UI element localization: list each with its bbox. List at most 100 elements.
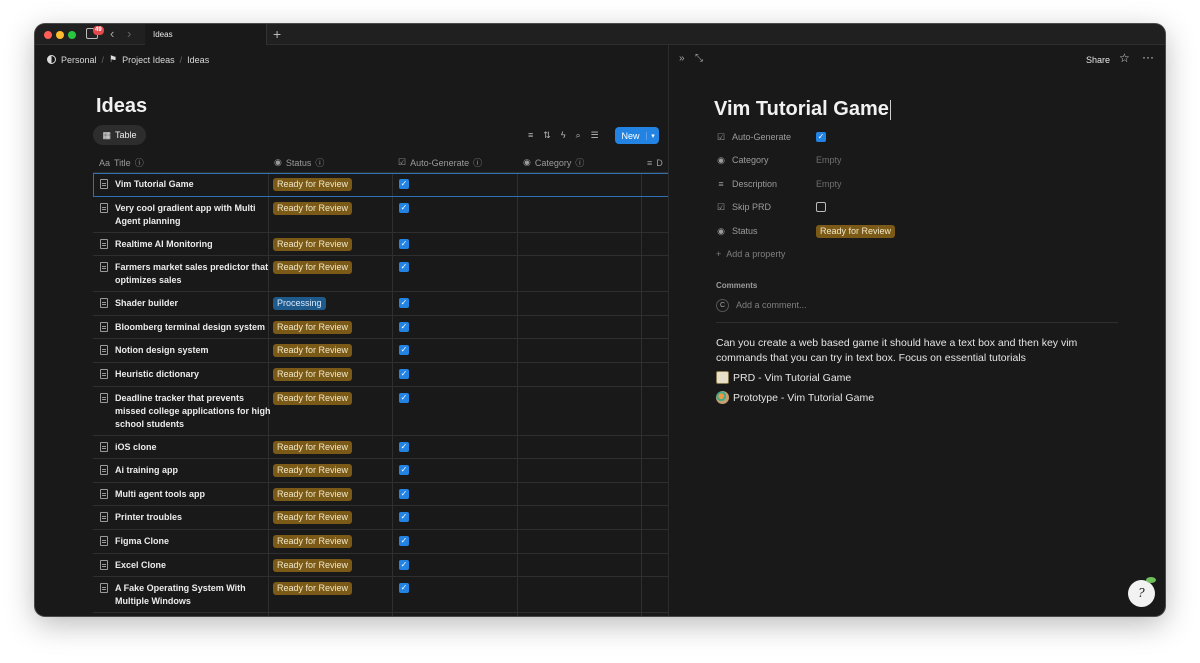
auto-generate-checkbox[interactable]: ✓ [399, 559, 409, 570]
page-body-text[interactable]: Can you create a web based game it shoul… [716, 336, 1126, 366]
table-row[interactable]: Shader builder Processing ✓ [93, 292, 669, 316]
auto-generate-checkbox[interactable]: ✓ [399, 583, 409, 594]
status-badge[interactable]: Ready for Review [273, 391, 353, 405]
settings-icon[interactable]: ☰ [591, 130, 599, 141]
share-button[interactable]: Share [1086, 55, 1110, 65]
property-category[interactable]: ◉ Category Empty [716, 152, 1136, 168]
table-row[interactable]: Vim Tutorial Game Ready for Review ✓ [93, 173, 669, 197]
status-badge[interactable]: Ready for Review [273, 320, 353, 334]
row-title[interactable]: Realtime AI Monitoring [115, 238, 213, 251]
auto-generate-checkbox[interactable]: ✓ [399, 321, 409, 332]
auto-generate-checkbox[interactable]: ✓ [399, 345, 409, 356]
column-header-title[interactable]: Aa Title ⓘ [99, 154, 144, 171]
status-badge[interactable]: Processing [273, 297, 326, 311]
auto-generate-checkbox[interactable]: ✓ [399, 202, 409, 213]
auto-generate-checkbox[interactable]: ✓ [399, 536, 409, 546]
row-title[interactable]: Ai training app [115, 464, 178, 477]
row-title[interactable]: Shader builder [115, 297, 178, 310]
zoom-window-button[interactable] [68, 31, 76, 39]
table-row[interactable]: Ai training app Ready for Review ✓ [93, 459, 669, 483]
new-button[interactable]: New ▾ [615, 127, 659, 144]
more-icon[interactable]: ··· [1142, 50, 1154, 64]
status-badge[interactable]: Ready for Review [273, 511, 353, 525]
auto-generate-checkbox[interactable]: ✓ [399, 512, 409, 523]
table-row[interactable]: A Fake Operating System With Multiple Win… [93, 577, 669, 614]
table-row[interactable]: Notion design system Ready for Review ✓ [93, 339, 669, 363]
collapse-panel-icon[interactable]: » [679, 53, 685, 64]
status-badge[interactable]: Ready for Review [273, 582, 353, 596]
breadcrumb-personal[interactable]: Personal [61, 55, 97, 65]
status-badge[interactable]: Ready for Review [273, 487, 353, 501]
property-value[interactable]: Empty [816, 179, 842, 189]
auto-generate-checkbox[interactable]: ✓ [399, 238, 409, 249]
status-badge[interactable]: Ready for Review [816, 224, 896, 238]
auto-generate-checkbox[interactable]: ✓ [399, 488, 409, 499]
auto-generate-checkbox[interactable]: ✓ [399, 179, 409, 189]
auto-generate-checkbox[interactable]: ✓ [399, 369, 409, 379]
close-window-button[interactable] [44, 31, 52, 39]
chevron-down-icon[interactable]: ▾ [646, 131, 659, 140]
table-row[interactable]: Farmers market sales predictor that optim… [93, 256, 669, 293]
breadcrumb-project-ideas[interactable]: Project Ideas [122, 55, 175, 65]
prd-link[interactable]: PRD - Vim Tutorial Game [716, 371, 851, 384]
row-title[interactable]: Heuristic dictionary [115, 368, 199, 381]
row-title[interactable]: Excel Clone [115, 559, 166, 572]
tab-ideas[interactable]: Ideas [145, 24, 267, 45]
status-badge[interactable]: Ready for Review [273, 368, 353, 381]
add-property-button[interactable]: + Add a property [716, 249, 785, 259]
star-icon[interactable]: ☆ [1119, 51, 1130, 65]
status-badge[interactable]: Ready for Review [273, 344, 353, 358]
property-value[interactable]: Empty [816, 155, 842, 165]
view-tab-table[interactable]: ▦ Table [93, 125, 146, 145]
row-title[interactable]: Farmers market sales predictor that optim… [115, 261, 268, 287]
expand-icon[interactable]: ⤡ [695, 53, 703, 64]
row-title[interactable]: Multi agent tools app [115, 488, 205, 501]
row-title[interactable]: Deadline tracker that prevents missed col… [115, 392, 271, 431]
row-title[interactable]: Bloomberg terminal design system [115, 321, 265, 334]
table-row[interactable]: Excel Clone Ready for Review ✓ [93, 554, 669, 578]
table-row[interactable]: Heuristic dictionary Ready for Review ✓ [93, 363, 669, 387]
auto-generate-checkbox[interactable]: ✓ [816, 132, 826, 142]
property-auto-generate[interactable]: ☑ Auto-Generate ✓ [716, 129, 1136, 145]
row-title[interactable]: Notion design system [115, 344, 209, 357]
property-skip-prd[interactable]: ☑ Skip PRD [716, 199, 1136, 215]
status-badge[interactable]: Ready for Review [273, 535, 353, 548]
auto-generate-checkbox[interactable]: ✓ [399, 298, 409, 309]
table-row[interactable]: Deadline tracker that prevents missed col… [93, 387, 669, 436]
comment-input[interactable]: Add a comment... [736, 300, 807, 310]
auto-generate-checkbox[interactable]: ✓ [399, 441, 409, 452]
minimize-window-button[interactable] [56, 31, 64, 39]
automation-icon[interactable]: ϟ [561, 130, 566, 141]
panel-title[interactable]: Vim Tutorial Game [714, 98, 891, 121]
table-row[interactable]: Realtime AI Monitoring Ready for Review ✓ [93, 233, 669, 257]
prototype-link[interactable]: Prototype - Vim Tutorial Game [716, 391, 874, 404]
new-tab-icon[interactable]: + [273, 26, 281, 42]
auto-generate-checkbox[interactable]: ✓ [399, 392, 409, 403]
property-description[interactable]: ≡ Description Empty [716, 176, 1136, 192]
property-status[interactable]: ◉ Status Ready for Review [716, 223, 1136, 239]
auto-generate-checkbox[interactable]: ✓ [399, 262, 409, 273]
row-title[interactable]: Figma Clone [115, 535, 169, 548]
row-title[interactable]: A Fake Operating System With Multiple Win… [115, 582, 246, 608]
table-row[interactable]: Printer troubles Ready for Review ✓ [93, 506, 669, 530]
status-badge[interactable]: Ready for Review [273, 201, 353, 215]
skip-prd-checkbox[interactable] [816, 202, 826, 212]
column-header-status[interactable]: ◉ Status ⓘ [274, 154, 324, 171]
row-title[interactable]: Very cool gradient app with Multi Agent p… [115, 202, 256, 228]
table-row[interactable]: iOS clone Ready for Review ✓ [93, 436, 669, 460]
table-row[interactable]: Bloomberg terminal design system Ready fo… [93, 316, 669, 340]
status-badge[interactable]: Ready for Review [273, 558, 353, 572]
auto-generate-checkbox[interactable]: ✓ [399, 465, 409, 476]
help-assistant-button[interactable]: ? [1128, 577, 1156, 607]
column-header-description[interactable]: ≡ D [647, 154, 663, 171]
back-arrow-icon[interactable]: ‹ [110, 26, 114, 41]
column-header-auto-generate[interactable]: ☑ Auto-Generate ⓘ [398, 154, 482, 171]
forward-arrow-icon[interactable]: › [127, 26, 131, 41]
search-icon[interactable]: ⌕ [576, 130, 581, 141]
breadcrumb-ideas[interactable]: Ideas [187, 55, 209, 65]
table-row[interactable]: Figma Clone Ready for Review ✓ [93, 530, 669, 554]
row-title[interactable]: iOS clone [115, 441, 157, 454]
row-title[interactable]: Printer troubles [115, 511, 182, 524]
table-row[interactable]: Very cool gradient app with Multi Agent p… [93, 197, 669, 233]
column-header-category[interactable]: ◉ Category ⓘ [523, 154, 584, 171]
